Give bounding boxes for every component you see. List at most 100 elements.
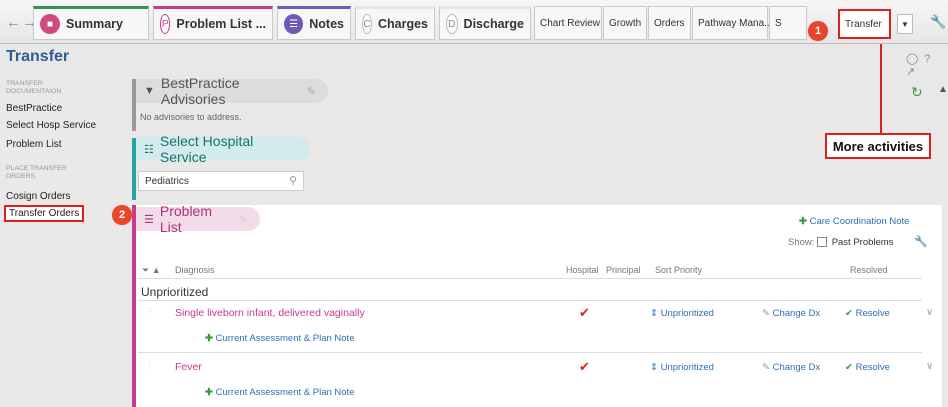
callout-connector [880,44,882,133]
problem-diagnosis[interactable]: Single liveborn infant, delivered vagina… [175,307,365,319]
column-header-principal[interactable]: Principal [606,265,641,275]
change-dx-label: Change Dx [772,362,821,373]
step-marker-1: 1 [808,21,828,41]
tab-notes-label: Notes [309,17,344,31]
group-divider [138,300,922,301]
hospital-checkmark-icon: ✔ [579,359,590,374]
tab-transfer[interactable]: Transfer [838,9,891,39]
assessment-note-label: Current Assessment & Plan Note [215,387,355,398]
column-header-diagnosis[interactable]: Diagnosis [175,265,215,275]
sidebar-item-cosign-orders[interactable]: Cosign Orders [6,191,70,202]
sidebar-item-select-hosp-service[interactable]: Select Hosp Service [6,120,96,131]
problem-group-label: Unprioritized [141,285,209,299]
pencil-icon: ✎ [762,362,770,373]
bpa-title-label: BestPractice Advisories [160,75,240,107]
tab-growth[interactable]: Growth [603,6,647,40]
sidebar-section-transfer-documentation: TRANSFER DOCUMENTAION [6,80,62,95]
tab-charges[interactable]: C Charges [355,6,435,40]
drag-handle-icon[interactable]: ⋮ [146,361,154,370]
drag-handle-icon[interactable]: ⋮ [146,307,154,316]
tab-chart-review[interactable]: Chart Review [534,6,602,40]
past-problems-label: Past Problems [831,237,894,248]
pencil-icon: ✎ [762,308,770,319]
chevron-down-icon: ▼ [901,19,909,29]
sort-priority-select[interactable]: ⇕ Unprioritized [650,308,714,319]
tab-discharge[interactable]: D Discharge [439,6,531,40]
problem-list-icon: P [160,14,171,34]
page-title: Transfer [6,48,70,65]
expand-chevron-icon[interactable]: ∨ [926,361,933,372]
bpa-section-title[interactable]: ▼ BestPractice Advisories ✎ [136,75,328,107]
current-assessment-note-link[interactable]: ✚ Current Assessment & Plan Note [205,333,354,344]
search-icon[interactable]: ⚲ [289,174,297,187]
expand-chevron-icon[interactable]: ∨ [926,307,933,318]
sidebar-item-bestpractice[interactable]: BestPractice [6,103,62,114]
wrench-icon[interactable]: 🔧 [914,235,928,248]
sort-priority-value: Unprioritized [660,308,714,319]
care-coordination-note-label: Care Coordination Note [809,216,910,227]
change-dx-button[interactable]: ✎ Change Dx [762,362,820,373]
problem-list-title-label: Problem List [159,203,213,235]
row-divider [138,352,922,353]
charges-icon: C [362,14,372,34]
activity-sidebar: TRANSFER DOCUMENTAION BestPractice Selec… [0,68,121,407]
updown-arrow-icon: ⇕ [650,308,658,319]
assessment-note-label: Current Assessment & Plan Note [215,333,355,344]
header-divider [138,278,922,279]
funnel-icon: ▼ [144,85,155,97]
more-activities-dropdown[interactable]: ▼ [897,14,913,34]
resolve-button[interactable]: ✔ Resolve [845,308,890,319]
print-help-icons[interactable]: ◯?↗ [906,52,948,78]
bpa-message: No advisories to address. [140,112,242,122]
resolve-label: Resolve [855,362,890,373]
sidebar-item-problem-list[interactable]: Problem List [6,139,62,150]
tab-notes[interactable]: ☰ Notes [277,6,351,40]
resolve-label: Resolve [855,308,890,319]
column-header-resolved[interactable]: Resolved [850,265,888,275]
discharge-icon: D [446,14,458,34]
sort-priority-value: Unprioritized [660,362,714,373]
refresh-icon[interactable]: ↻ [911,84,923,101]
wrench-icon[interactable]: 🔧 [930,14,946,30]
pin-sort-icon[interactable]: ⏷ ▲ [142,265,161,276]
problem-list-panel [132,205,942,407]
current-assessment-note-link[interactable]: ✚ Current Assessment & Plan Note [205,387,354,398]
sidebar-section-place-transfer-orders: PLACE TRANSFER ORDERS [6,165,67,180]
column-header-sort-priority[interactable]: Sort Priority [655,265,702,275]
more-activities-callout: More activities [825,133,931,159]
problem-list-accent-bar [132,205,136,407]
list-icon: ☷ [144,143,154,156]
tab-discharge-label: Discharge [463,17,524,31]
column-header-hospital[interactable]: Hospital [566,265,599,275]
hosp-service-section-title[interactable]: ☷ Select Hospital Service [136,133,310,165]
scroll-up-icon[interactable]: ▲ [938,84,948,95]
change-dx-button[interactable]: ✎ Change Dx [762,308,820,319]
check-icon: ✔ [845,362,853,373]
sidebar-item-transfer-orders[interactable]: Transfer Orders [4,205,85,222]
tab-charges-label: Charges [377,17,428,31]
pencil-icon[interactable]: ✎ [307,85,316,98]
tab-orders[interactable]: Orders [648,6,691,40]
problem-list-section-title[interactable]: ☰ Problem List ✎ [136,203,260,235]
hospital-service-value: Pediatrics [145,176,189,187]
hospital-service-input[interactable]: Pediatrics ⚲ [138,171,304,191]
activity-tab-bar: ←→ ■ Summary P Problem List ... ☰ Notes … [0,0,948,44]
sort-priority-select[interactable]: ⇕ Unprioritized [650,362,714,373]
tab-pathway-management[interactable]: Pathway Mana... [692,6,772,40]
past-problems-checkbox[interactable] [817,237,828,248]
care-coordination-note-link[interactable]: ✚ Care Coordination Note [799,216,909,227]
summary-icon: ■ [40,14,60,34]
problem-list-section-icon: ☰ [144,213,154,226]
tab-problem-list[interactable]: P Problem List ... [153,6,273,40]
resolve-button[interactable]: ✔ Resolve [845,362,890,373]
plus-icon: ✚ [205,387,213,398]
tab-summary-label: Summary [66,17,123,31]
tab-problem-list-label: Problem List ... [176,17,266,31]
tab-overflow-partial[interactable]: S [769,6,807,40]
problem-diagnosis[interactable]: Fever [175,361,202,373]
pencil-icon[interactable]: ✎ [239,213,248,226]
show-label: Show: [788,237,815,248]
plus-icon: ✚ [205,333,213,344]
notes-icon: ☰ [284,14,304,34]
tab-summary[interactable]: ■ Summary [33,6,149,40]
